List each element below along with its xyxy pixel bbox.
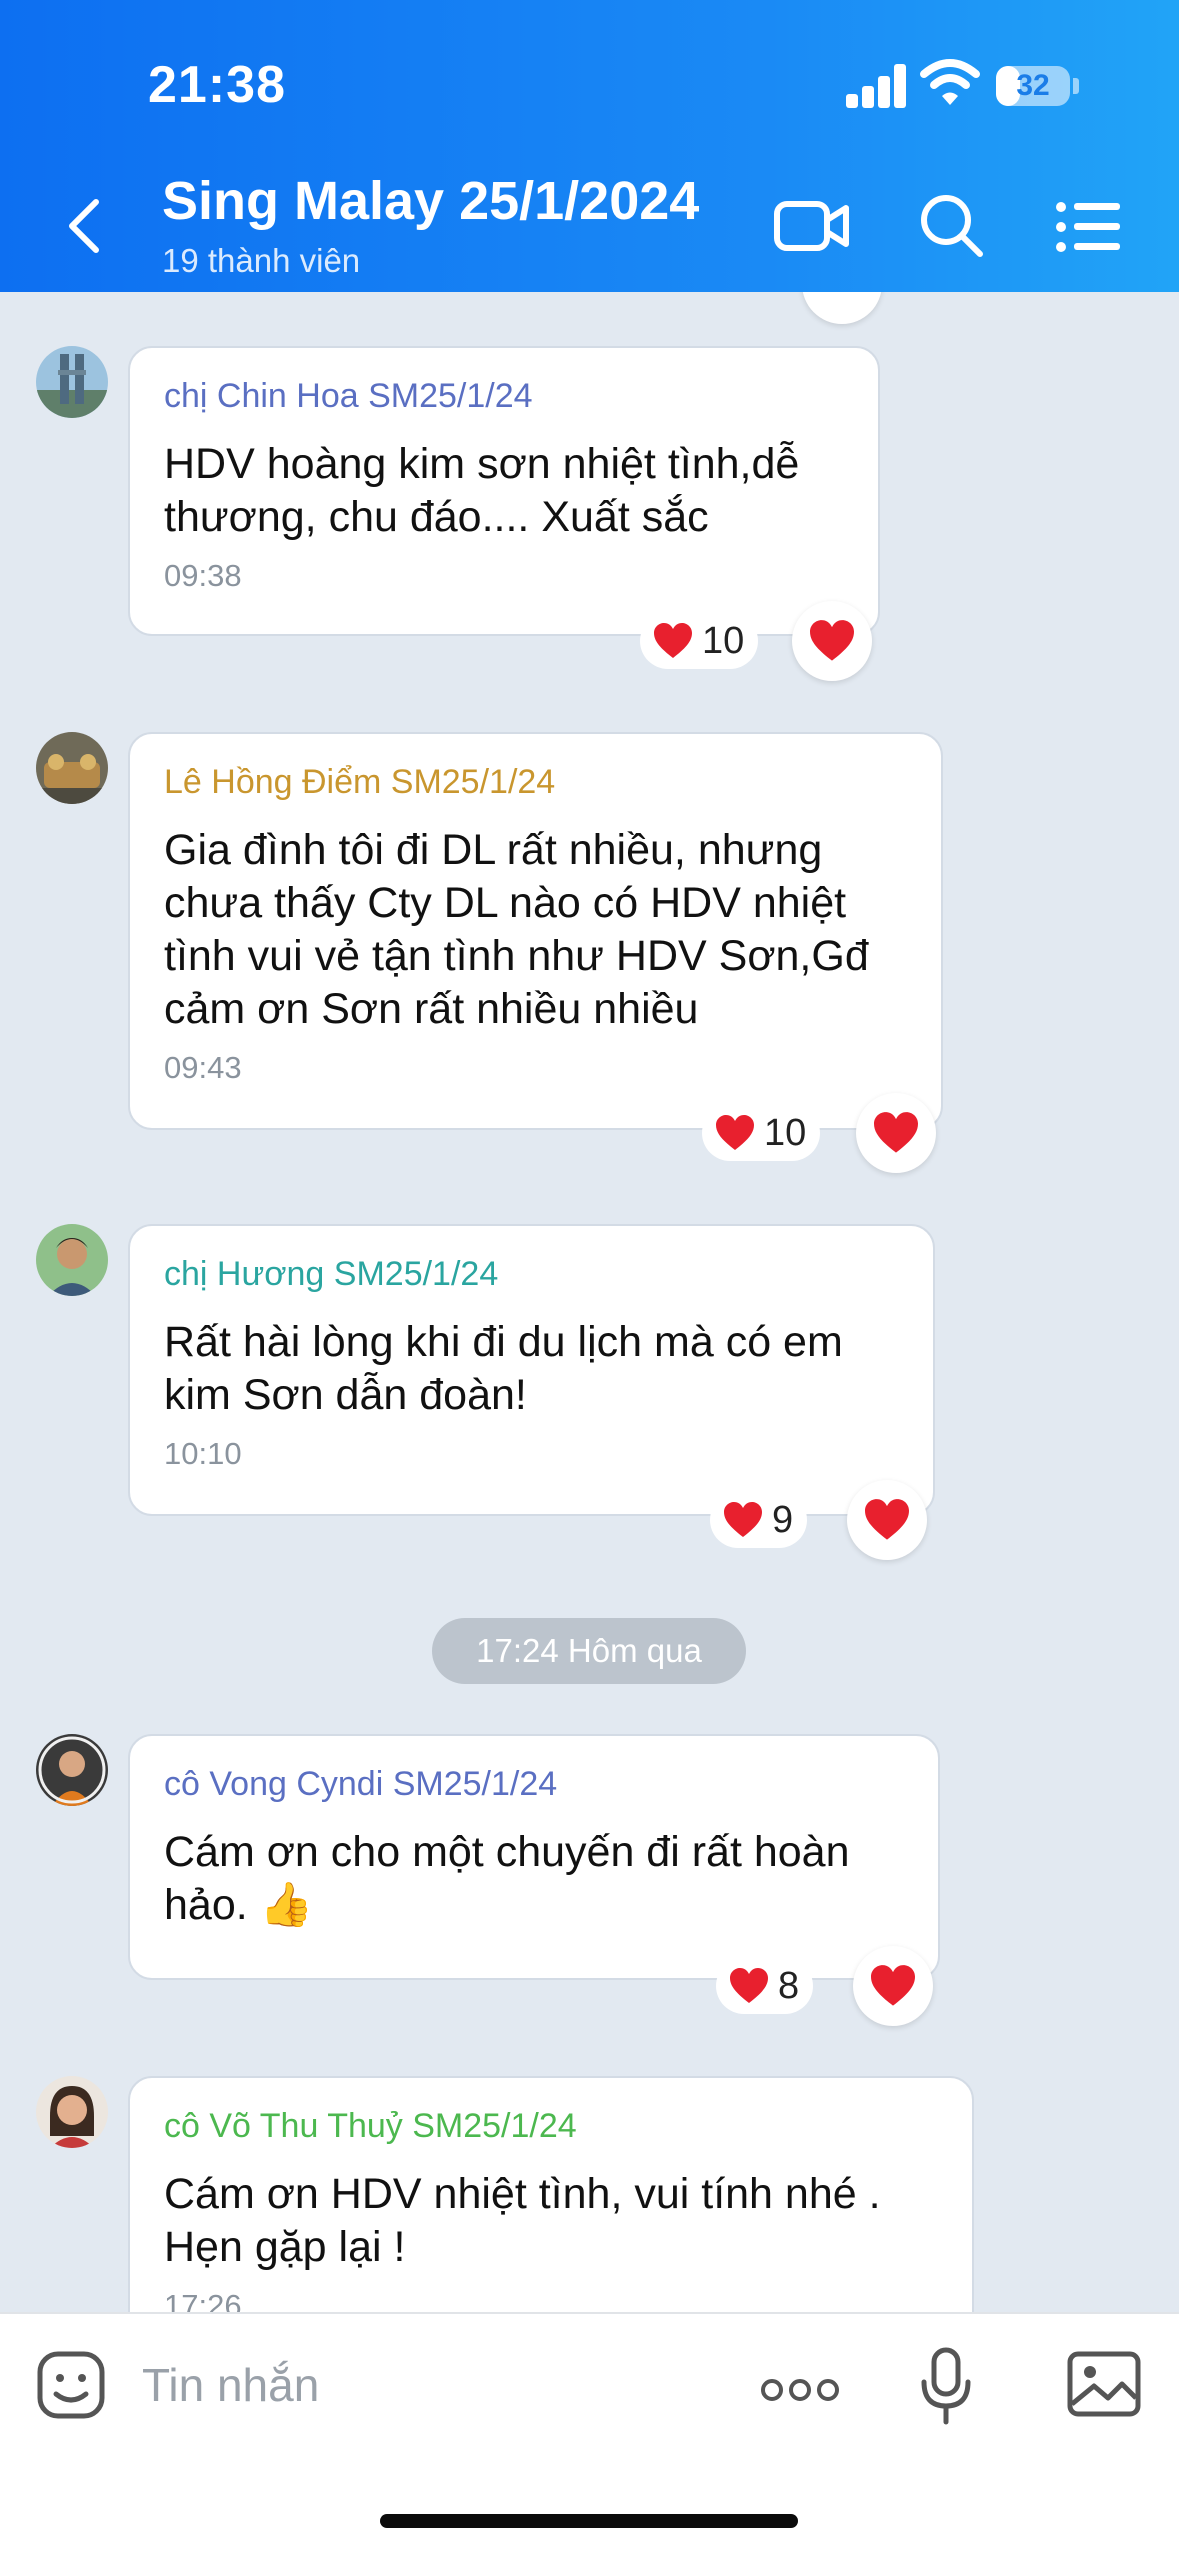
message-line: thương, chu đáo.... Xuất sắc [164, 493, 709, 541]
message-bubble[interactable]: cô Võ Thu Thuỷ SM25/1/24 Cám ơn HDV nhiệ… [128, 2076, 974, 2312]
message-line: Cám ơn HDV nhiệt tình, vui tính nhé . [164, 2170, 881, 2218]
message-bubble[interactable]: cô Vong Cyndi SM25/1/24 Cám ơn cho một c… [128, 1734, 940, 1980]
sender-name: cô Vong Cyndi SM25/1/24 [164, 1765, 558, 1803]
reaction-count-pill[interactable]: 9 [710, 1492, 808, 1548]
message-line: Hẹn gặp lại ! [164, 2223, 406, 2271]
image-icon[interactable] [1066, 2350, 1142, 2418]
heart-icon [871, 1965, 915, 2006]
message-time: 09:43 [164, 1050, 242, 1085]
home-indicator [380, 2514, 798, 2528]
message-bubble[interactable]: Lê Hồng Điểm SM25/1/24 Gia đình tôi đi D… [128, 732, 943, 1130]
heart-icon [716, 1115, 754, 1150]
sender-name: Lê Hồng Điểm SM25/1/24 [164, 763, 556, 801]
message-line: cảm ơn Sơn rất nhiều nhiều [164, 985, 699, 1033]
message-line: Cám ơn cho một chuyến đi rất hoàn [164, 1828, 850, 1876]
back-icon[interactable] [62, 196, 106, 256]
reaction-count-pill[interactable]: 10 [702, 1105, 821, 1161]
reaction-count: 10 [764, 1111, 807, 1154]
sender-name: cô Võ Thu Thuỷ SM25/1/24 [164, 2107, 577, 2145]
heart-icon [730, 1968, 768, 2003]
message-bubble[interactable]: chị Chin Hoa SM25/1/24 HDV hoàng kim sơn… [128, 346, 880, 636]
microphone-icon[interactable] [918, 2346, 974, 2426]
reaction-button-partial[interactable] [802, 292, 882, 324]
heart-icon [724, 1502, 762, 1537]
message-time: 09:38 [164, 558, 242, 593]
battery-icon: 32 [996, 66, 1070, 106]
message-line: tình vui vẻ tận tình như HDV Sơn,Gđ [164, 932, 869, 980]
message-bubble[interactable]: chị Hương SM25/1/24 Rất hài lòng khi đi … [128, 1224, 935, 1516]
battery-level: 32 [1016, 69, 1050, 102]
search-icon[interactable] [918, 192, 984, 258]
message-time: 10:10 [164, 1436, 242, 1471]
message-text: HDV hoàng kim sơn nhiệt tình,dễ thương, … [164, 438, 846, 544]
message-text: Cám ơn cho một chuyến đi rất hoàn hảo. 👍 [164, 1826, 906, 1932]
message-input[interactable]: Tin nhắn [142, 2358, 319, 2412]
sticker-icon[interactable] [36, 2350, 106, 2420]
message-line: chưa thấy Cty DL nào có HDV nhiệt [164, 879, 847, 927]
date-separator: 17:24 Hôm qua [432, 1618, 746, 1684]
message-line: Rất hài lòng khi đi du lịch mà có em [164, 1318, 843, 1366]
chat-header: 21:38 32 Sing Malay 25/1/2024 19 thành v… [0, 0, 1179, 292]
video-call-icon[interactable] [774, 196, 850, 256]
reaction-button[interactable] [856, 1093, 936, 1173]
more-icon[interactable] [760, 2378, 840, 2402]
battery-nub [1073, 78, 1079, 94]
heart-icon [874, 1112, 918, 1153]
chat-area[interactable]: chị Chin Hoa SM25/1/24 HDV hoàng kim sơn… [0, 292, 1179, 2312]
message-text: Gia đình tôi đi DL rất nhiều, nhưng chưa… [164, 824, 909, 1036]
member-count[interactable]: 19 thành viên [162, 242, 360, 280]
avatar[interactable] [36, 346, 108, 418]
message-line: kim Sơn dẫn đoàn! [164, 1371, 527, 1419]
message-line: hảo. 👍 [164, 1881, 314, 1929]
sender-name: chị Chin Hoa SM25/1/24 [164, 377, 533, 415]
reaction-button[interactable] [792, 601, 872, 681]
heart-icon [810, 620, 854, 661]
heart-icon [865, 1499, 909, 1540]
avatar[interactable] [36, 2076, 108, 2148]
message-time: 17:26 [164, 2288, 242, 2312]
reaction-count-pill[interactable]: 10 [640, 613, 759, 669]
reaction-button[interactable] [847, 1480, 927, 1560]
reaction-count: 8 [778, 1964, 800, 2007]
reaction-count: 10 [702, 619, 745, 662]
avatar[interactable] [36, 732, 108, 804]
status-time: 21:38 [148, 56, 286, 114]
wifi-icon [920, 59, 980, 105]
heart-icon [654, 623, 692, 658]
message-text: Rất hài lòng khi đi du lịch mà có em kim… [164, 1316, 901, 1422]
message-text: Cám ơn HDV nhiệt tình, vui tính nhé . Hẹ… [164, 2168, 940, 2274]
menu-list-icon[interactable] [1056, 200, 1122, 254]
sender-name: chị Hương SM25/1/24 [164, 1255, 499, 1293]
message-input-bar: Tin nhắn [0, 2312, 1179, 2558]
reaction-count-pill[interactable]: 8 [716, 1958, 814, 2014]
message-line: Gia đình tôi đi DL rất nhiều, nhưng [164, 826, 823, 874]
chat-title[interactable]: Sing Malay 25/1/2024 [162, 170, 699, 232]
message-line: HDV hoàng kim sơn nhiệt tình,dễ [164, 440, 800, 488]
avatar[interactable] [36, 1224, 108, 1296]
reaction-button[interactable] [853, 1946, 933, 2026]
signal-icon [846, 64, 906, 108]
avatar[interactable] [36, 1734, 108, 1806]
reaction-count: 9 [772, 1498, 794, 1541]
